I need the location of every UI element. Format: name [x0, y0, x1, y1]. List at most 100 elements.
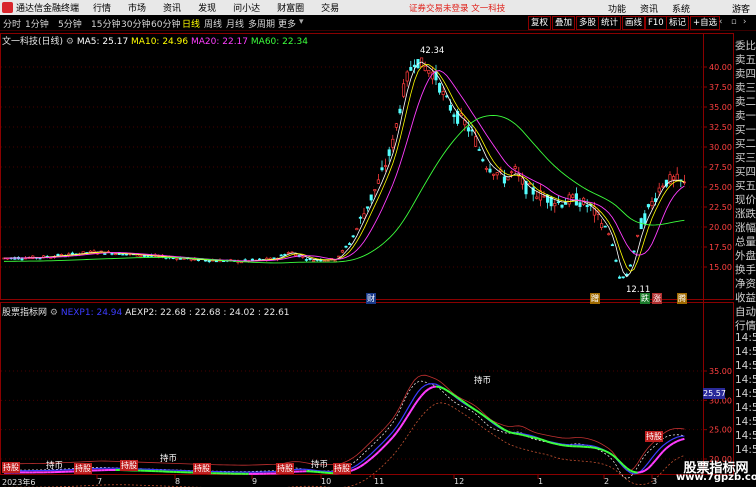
candle-body: [618, 276, 622, 279]
hold-stock-tag: 持股: [193, 463, 211, 474]
side-label-ask2: 卖二: [735, 96, 756, 108]
aexp2-segment: [388, 436, 394, 442]
high-price-label: 42.34: [420, 46, 445, 56]
hold-stock-tag: 持股: [2, 462, 20, 473]
candle-body: [139, 255, 143, 258]
candle-body: [142, 255, 146, 257]
aexp2-segment: [529, 435, 534, 439]
side-label-ask3: 卖三: [735, 82, 756, 94]
event-tag-1[interactable]: 蹭: [590, 293, 600, 304]
side-time: 14:5: [735, 360, 756, 372]
candle-body: [614, 259, 618, 262]
candle-body: [488, 168, 492, 173]
side-label-volume: 总量: [735, 236, 756, 248]
ma20-line: [3, 70, 685, 262]
date-label: 2023年6: [2, 478, 36, 487]
watermark-url: www.7gpzb.com: [676, 472, 756, 483]
candle-body: [124, 253, 128, 256]
nexp1-value: NEXP1: 24.94: [60, 308, 123, 318]
stock-label[interactable]: 文一科技(日线): [2, 37, 63, 47]
ma60-value: MA60: 22.34: [250, 37, 308, 47]
aexp2-segment: [356, 465, 361, 470]
price-tick-label: 20.00: [709, 223, 732, 232]
aexp2-segment: [680, 437, 685, 441]
candle-body: [405, 71, 409, 82]
candle-body: [301, 256, 305, 258]
candle-body: [574, 193, 578, 206]
aexp2-segment: [558, 443, 563, 447]
settings-icon[interactable]: ⚙: [66, 37, 74, 47]
hold-cash-label: 持币: [311, 460, 329, 470]
indicator-name[interactable]: 股票指标网: [2, 308, 47, 318]
candle-body: [279, 254, 283, 257]
quote-side-panel: 委比 卖五 卖四 卖三 卖二 卖一 买一 买二 买三 买四 买五 现价 涨跌 涨…: [734, 34, 756, 487]
hold-stock-tag: 持股: [120, 460, 138, 471]
ma5-value: MA5: 25.17: [76, 37, 129, 47]
aexp2-segment: [352, 467, 358, 471]
indicator-extra-values: : 22.68 : 24.02 : 22.61: [188, 308, 290, 318]
candle-body: [495, 172, 499, 176]
candle-body: [528, 182, 532, 185]
side-label-net-asset: 净资: [735, 278, 756, 290]
side-time: 14:5: [735, 444, 756, 456]
event-tag-finance[interactable]: 财: [366, 293, 376, 304]
kline-chart[interactable]: 40.00 37.50 35.00 32.50 30.00 27.50 25.00 22.50…: [0, 0, 734, 487]
candle-body: [636, 234, 640, 237]
date-label: 9: [252, 477, 258, 486]
candle-body: [312, 260, 316, 262]
aexp2-segment: [597, 447, 602, 451]
hold-stock-tag: 持股: [645, 431, 663, 442]
aexp2-segment: [478, 411, 484, 416]
aexp2-segment: [665, 444, 671, 449]
indicator-tick-label: 25.00: [709, 426, 732, 435]
current-value-badge: 25.57: [703, 388, 726, 399]
candle-body: [510, 171, 514, 174]
candle-body: [607, 233, 611, 236]
candle-body: [358, 216, 362, 219]
indicator-legend: 股票指标网 ⚙ NEXP1: 24.94 AEXP2: 22.68 : 22.6…: [2, 305, 290, 318]
price-tick-label: 35.00: [709, 103, 732, 112]
aexp2-segment: [402, 416, 409, 423]
candle-body: [355, 228, 359, 231]
side-label-turnover: 换手: [735, 264, 756, 276]
candle-body: [628, 264, 632, 267]
candle-body: [373, 189, 377, 192]
hold-stock-tag: 持股: [276, 463, 294, 474]
aexp2-segment: [511, 431, 516, 435]
side-quote-button[interactable]: 行情: [735, 318, 756, 333]
aexp2-segment: [442, 387, 448, 392]
side-auto-button[interactable]: 自动: [735, 304, 756, 319]
price-tick-label: 15.00: [709, 263, 732, 272]
date-label: 11: [374, 477, 385, 486]
settings-icon[interactable]: ⚙: [50, 308, 58, 318]
candle-body: [564, 202, 568, 205]
price-tick-label: 22.50: [709, 203, 732, 212]
ma60-line: [3, 114, 685, 264]
candle-body: [423, 65, 427, 72]
event-tag-fall[interactable]: 跌: [640, 293, 650, 304]
chevron-right-icon[interactable]: ›: [741, 16, 748, 30]
indicator-tick-label: 35.00: [709, 367, 732, 376]
aexp2-segment: [640, 469, 646, 474]
candle-body: [600, 223, 604, 228]
candle-body: [348, 243, 352, 245]
event-tag-rise[interactable]: 涨: [652, 293, 662, 304]
aexp2-segment: [608, 451, 613, 456]
aexp2-segment: [540, 438, 545, 442]
aexp2-segment: [550, 441, 556, 445]
candle-body: [351, 235, 355, 238]
date-label: 2: [604, 477, 610, 486]
event-tag-2[interactable]: 腾: [677, 293, 687, 304]
candle-body: [398, 108, 402, 114]
side-label-change: 涨跌: [735, 208, 756, 220]
aexp2-segment: [420, 391, 426, 397]
candle-body: [610, 244, 614, 247]
aexp2-segment: [594, 446, 599, 450]
guest-label[interactable]: 游客: [732, 2, 750, 15]
candle-body: [110, 252, 114, 255]
side-label-earnings: 收益: [735, 292, 756, 304]
candle-body: [250, 258, 254, 261]
price-axis: 40.00 37.50 35.00 32.50 30.00 27.50 25.00 22.50…: [703, 63, 732, 272]
aexp2-segment: [658, 451, 664, 457]
aexp2-segment: [392, 432, 398, 438]
